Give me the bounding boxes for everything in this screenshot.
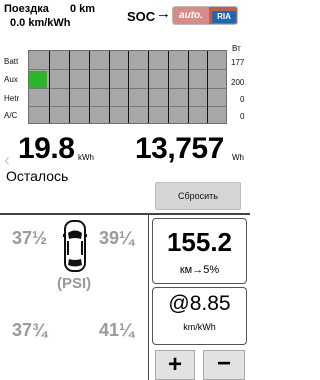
car-top-view-icon — [63, 220, 87, 272]
arrow-icon: → — [192, 264, 204, 276]
energy-remaining-value: 19.8 — [18, 132, 75, 165]
soc-overlay-left: auto. — [173, 7, 209, 24]
range-estimate-percent: 5% — [203, 264, 220, 276]
tire-rear-left: 37¾ — [12, 320, 48, 340]
soc-arrow-icon: → — [156, 5, 171, 22]
column-divider — [148, 215, 149, 380]
tire-front-right: 39¼ — [99, 228, 135, 248]
efficiency-unit: km/kWh — [183, 322, 216, 332]
row-value-batt: 177 — [231, 58, 245, 67]
bar-grid-line — [89, 51, 90, 123]
increase-button[interactable]: + — [155, 350, 195, 380]
efficiency-box: @8.85 km/kWh — [152, 287, 247, 345]
tire-front-left: 37½ — [12, 228, 48, 248]
reset-button[interactable]: Сбросить — [155, 182, 241, 210]
soc-label: SOC — [127, 9, 156, 24]
bar-grid-line — [188, 51, 189, 123]
row-label-hetr: Hetr — [4, 94, 20, 103]
trip-label: Поездка — [4, 3, 49, 15]
range-estimate-value: 155.2 — [166, 227, 233, 257]
efficiency-value: @8.85 — [168, 292, 231, 315]
range-estimate-box: 155.2 км→5% — [152, 218, 247, 284]
row-label-batt: Batt — [4, 57, 19, 66]
bar-grid-line — [49, 51, 50, 123]
bar-grid-line — [148, 51, 149, 123]
power-bar-panel — [28, 50, 227, 124]
range-unit: Wh — [232, 153, 244, 162]
decrease-button[interactable]: − — [203, 350, 245, 380]
ria-badge: RIA — [212, 11, 236, 23]
row-value-hetr: 0 — [240, 95, 245, 104]
bar-grid-line — [207, 51, 208, 123]
aux-power-bar — [29, 71, 47, 88]
bar-grid-line — [128, 51, 129, 123]
range-estimate-unit: км — [179, 264, 193, 276]
row-label-ac: A/C — [4, 111, 18, 120]
range-value: 13,757 — [135, 132, 224, 165]
tire-pressure-unit: (PSI) — [57, 275, 92, 292]
bar-grid-line — [69, 51, 70, 123]
row-value-aux: 200 — [231, 78, 245, 87]
row-label-aux: Aux — [4, 75, 18, 84]
remaining-label: Осталось — [6, 168, 69, 184]
row-value-ac: 0 — [240, 112, 245, 121]
range-estimate-sub: км→5% — [153, 264, 246, 276]
trip-distance: 0 km — [70, 3, 96, 15]
tire-rear-right: 41¼ — [99, 320, 135, 340]
section-divider — [0, 213, 250, 215]
trip-efficiency: 0.0 km/kWh — [10, 17, 71, 29]
energy-unit: kWh — [78, 153, 94, 162]
power-unit-label: Вт — [232, 44, 241, 53]
bar-grid-line — [109, 51, 110, 123]
bar-grid-line — [168, 51, 169, 123]
